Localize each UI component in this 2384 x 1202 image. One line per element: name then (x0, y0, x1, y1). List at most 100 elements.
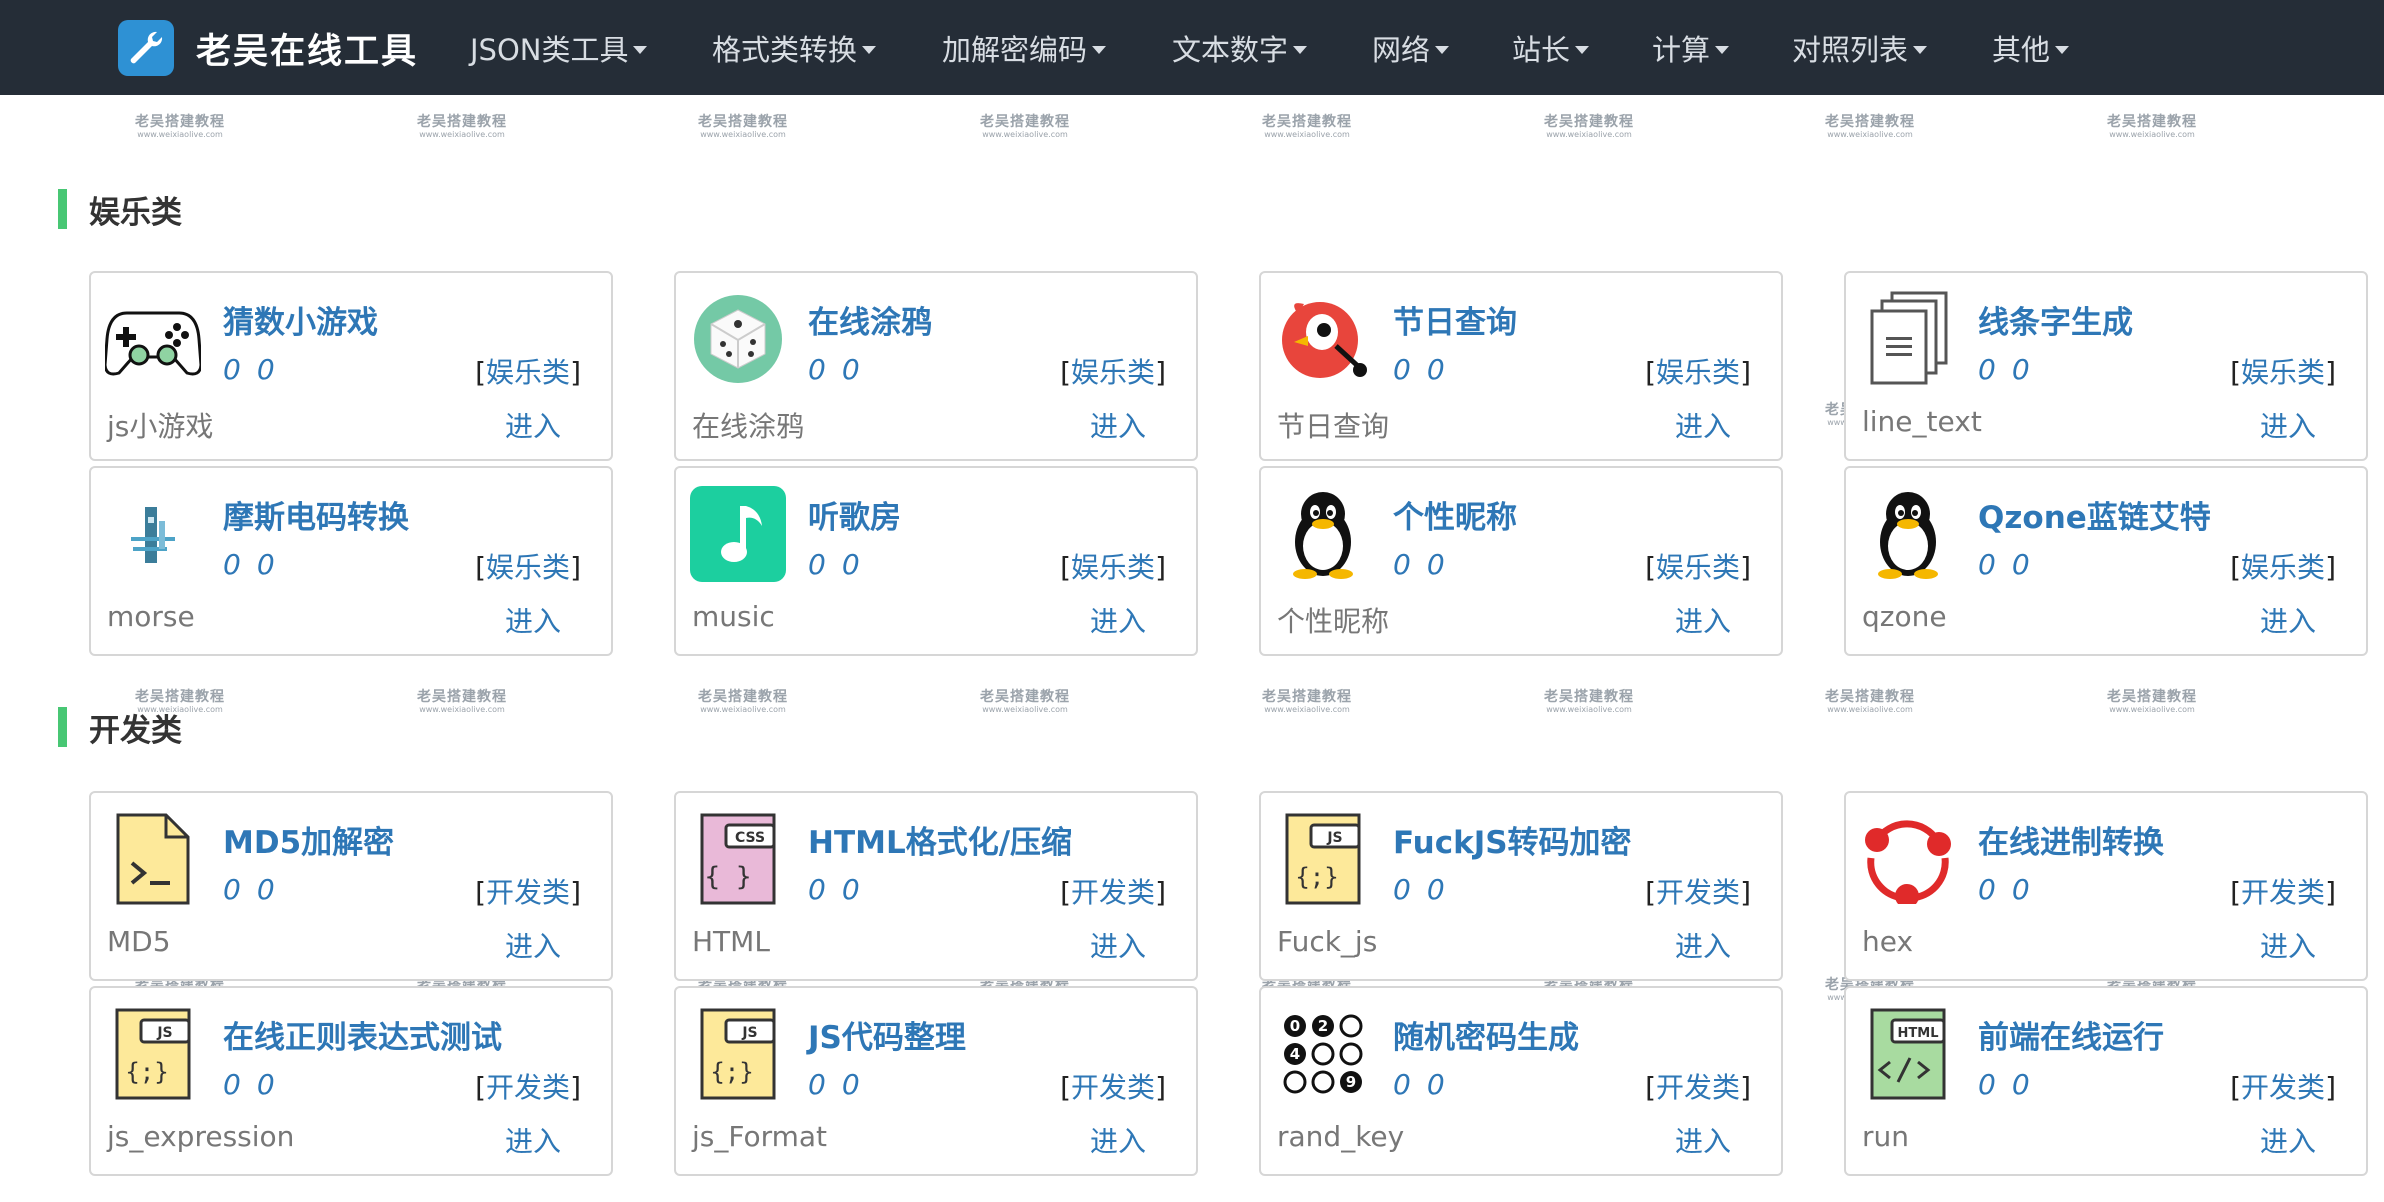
enter-link[interactable]: 进入 (1090, 925, 1146, 965)
category-tag[interactable]: [开发类] (2230, 871, 2336, 911)
tool-title-link[interactable]: 个性昵称 (1393, 492, 1517, 537)
category-tag[interactable]: [开发类] (1645, 1066, 1751, 1106)
nav-encryption[interactable]: 加解密编码 (942, 0, 1107, 95)
enter-link[interactable]: 进入 (2260, 405, 2316, 445)
category-name: 开发类 (1656, 1071, 1741, 1104)
watermark-line2: www.weixiaolive.com (982, 130, 1068, 139)
tool-card[interactable]: HTML 前端在线运行 0 0 [开发类] run 进入 (1844, 986, 2368, 1176)
tool-title-link[interactable]: 前端在线运行 (1978, 1012, 2164, 1057)
enter-link[interactable]: 进入 (1675, 405, 1731, 445)
tool-title-link[interactable]: 节日查询 (1393, 297, 1517, 342)
tool-card[interactable]: 线条字生成 0 0 [娱乐类] line_text 进入 (1844, 271, 2368, 461)
category-tag[interactable]: [开发类] (475, 871, 581, 911)
tool-subtitle: js小游戏 (107, 410, 214, 443)
tool-title-link[interactable]: 在线进制转换 (1978, 817, 2164, 862)
html-file-icon: HTML (1860, 1006, 1956, 1102)
watermark-line2: www.weixiaolive.com (1264, 705, 1350, 714)
enter-link[interactable]: 进入 (1090, 1120, 1146, 1160)
enter-link[interactable]: 进入 (1675, 925, 1731, 965)
tool-card[interactable]: 猜数小游戏 0 0 [娱乐类] js小游戏 进入 (89, 271, 613, 461)
category-name: 娱乐类 (1071, 356, 1156, 389)
tool-card[interactable]: CSS { } HTML格式化/压缩 0 0 [开发类] HTML 进入 (674, 791, 1198, 981)
enter-link[interactable]: 进入 (1090, 405, 1146, 445)
tool-subtitle: MD5 (107, 925, 171, 958)
watermark: 老吴搭建教程www.weixiaolive.com (1534, 114, 1644, 139)
enter-link[interactable]: 进入 (1090, 600, 1146, 640)
watermark-line1: 老吴搭建教程 (2107, 114, 2197, 130)
tool-card[interactable]: 0249 随机密码生成 0 0 [开发类] rand_key 进入 (1259, 986, 1783, 1176)
stat-likes: 0 (841, 548, 862, 581)
category-tag[interactable]: [娱乐类] (475, 351, 581, 391)
tool-card[interactable]: Qzone蓝链艾特 0 0 [娱乐类] qzone 进入 (1844, 466, 2368, 656)
tool-title-link[interactable]: MD5加解密 (223, 817, 394, 862)
nav-text-numbers[interactable]: 文本数字 (1172, 0, 1308, 95)
section-title-development: 开发类 (58, 707, 182, 749)
tool-card[interactable]: 在线进制转换 0 0 [开发类] hex 进入 (1844, 791, 2368, 981)
tool-title-link[interactable]: 在线正则表达式测试 (223, 1012, 502, 1057)
section-title: 娱乐类 (89, 194, 182, 231)
enter-link[interactable]: 进入 (1675, 600, 1731, 640)
nav-other[interactable]: 其他 (1992, 0, 2070, 95)
enter-link[interactable]: 进入 (505, 600, 561, 640)
nav-label: 计算 (1652, 32, 1711, 67)
category-tag[interactable]: [开发类] (1645, 871, 1751, 911)
enter-link[interactable]: 进入 (2260, 600, 2316, 640)
tool-card[interactable]: 摩斯电码转换 0 0 [娱乐类] morse 进入 (89, 466, 613, 656)
nav-label: 文本数字 (1172, 32, 1289, 67)
tool-card[interactable]: JS {;} 在线正则表达式测试 0 0 [开发类] js_expression 进入 (89, 986, 613, 1176)
enter-link[interactable]: 进入 (1675, 1120, 1731, 1160)
tool-card[interactable]: 节日查询 0 0 [娱乐类] 节日查询 进入 (1259, 271, 1783, 461)
tool-title-link[interactable]: Qzone蓝链艾特 (1978, 492, 2211, 537)
tool-card[interactable]: 个性昵称 0 0 [娱乐类] 个性昵称 进入 (1259, 466, 1783, 656)
category-tag[interactable]: [娱乐类] (1060, 546, 1166, 586)
caret-down-icon (633, 45, 648, 54)
watermark-line1: 老吴搭建教程 (980, 114, 1070, 130)
enter-link[interactable]: 进入 (2260, 925, 2316, 965)
nav-format-conversion[interactable]: 格式类转换 (712, 0, 877, 95)
tool-card[interactable]: MD5加解密 0 0 [开发类] MD5 进入 (89, 791, 613, 981)
nav-label: 加解密编码 (942, 32, 1088, 67)
js-file-icon: JS {;} (105, 1006, 201, 1102)
svg-text:{ }: { } (705, 862, 752, 892)
category-tag[interactable]: [开发类] (475, 1066, 581, 1106)
enter-link[interactable]: 进入 (505, 405, 561, 445)
nav-network[interactable]: 网络 (1372, 0, 1450, 95)
tool-subtitle: music (692, 600, 775, 633)
category-tag[interactable]: [开发类] (2230, 1066, 2336, 1106)
tool-title-link[interactable]: 线条字生成 (1978, 297, 2133, 342)
nav-reference-lists[interactable]: 对照列表 (1792, 0, 1928, 95)
nav-webmaster[interactable]: 站长 (1512, 0, 1590, 95)
tool-card[interactable]: JS {;} FuckJS转码加密 0 0 [开发类] Fuck_js 进入 (1259, 791, 1783, 981)
category-name: 开发类 (2241, 876, 2326, 909)
tool-title-link[interactable]: 随机密码生成 (1393, 1012, 1579, 1057)
tool-title-link[interactable]: HTML格式化/压缩 (808, 817, 1072, 862)
tool-title-link[interactable]: FuckJS转码加密 (1393, 817, 1632, 862)
category-tag[interactable]: [娱乐类] (1060, 351, 1166, 391)
category-tag[interactable]: [开发类] (1060, 1066, 1166, 1106)
nav-json-tools[interactable]: JSON类工具 (470, 0, 648, 95)
tool-title-link[interactable]: JS代码整理 (808, 1012, 966, 1057)
category-name: 娱乐类 (486, 551, 571, 584)
nav-calculate[interactable]: 计算 (1652, 0, 1730, 95)
tool-title-link[interactable]: 在线涂鸦 (808, 297, 932, 342)
tool-title-link[interactable]: 猜数小游戏 (223, 297, 378, 342)
enter-link[interactable]: 进入 (2260, 1120, 2316, 1160)
tool-card[interactable]: 在线涂鸦 0 0 [娱乐类] 在线涂鸦 进入 (674, 271, 1198, 461)
tool-card[interactable]: JS {;} JS代码整理 0 0 [开发类] js_Format 进入 (674, 986, 1198, 1176)
tool-card[interactable]: 听歌房 0 0 [娱乐类] music 进入 (674, 466, 1198, 656)
enter-link[interactable]: 进入 (505, 925, 561, 965)
svg-text:{;}: {;} (1295, 863, 1338, 891)
watermark-line2: www.weixiaolive.com (137, 130, 223, 139)
brand[interactable]: 老吴在线工具 (118, 18, 418, 78)
category-tag[interactable]: [娱乐类] (1645, 351, 1751, 391)
watermark-line1: 老吴搭建教程 (698, 114, 788, 130)
tool-title-link[interactable]: 听歌房 (808, 492, 901, 537)
category-tag[interactable]: [娱乐类] (2230, 351, 2336, 391)
enter-link[interactable]: 进入 (505, 1120, 561, 1160)
tool-title-link[interactable]: 摩斯电码转换 (223, 492, 409, 537)
category-tag[interactable]: [娱乐类] (2230, 546, 2336, 586)
category-tag[interactable]: [娱乐类] (475, 546, 581, 586)
category-tag[interactable]: [开发类] (1060, 871, 1166, 911)
watermark-line2: www.weixiaolive.com (419, 705, 505, 714)
category-tag[interactable]: [娱乐类] (1645, 546, 1751, 586)
